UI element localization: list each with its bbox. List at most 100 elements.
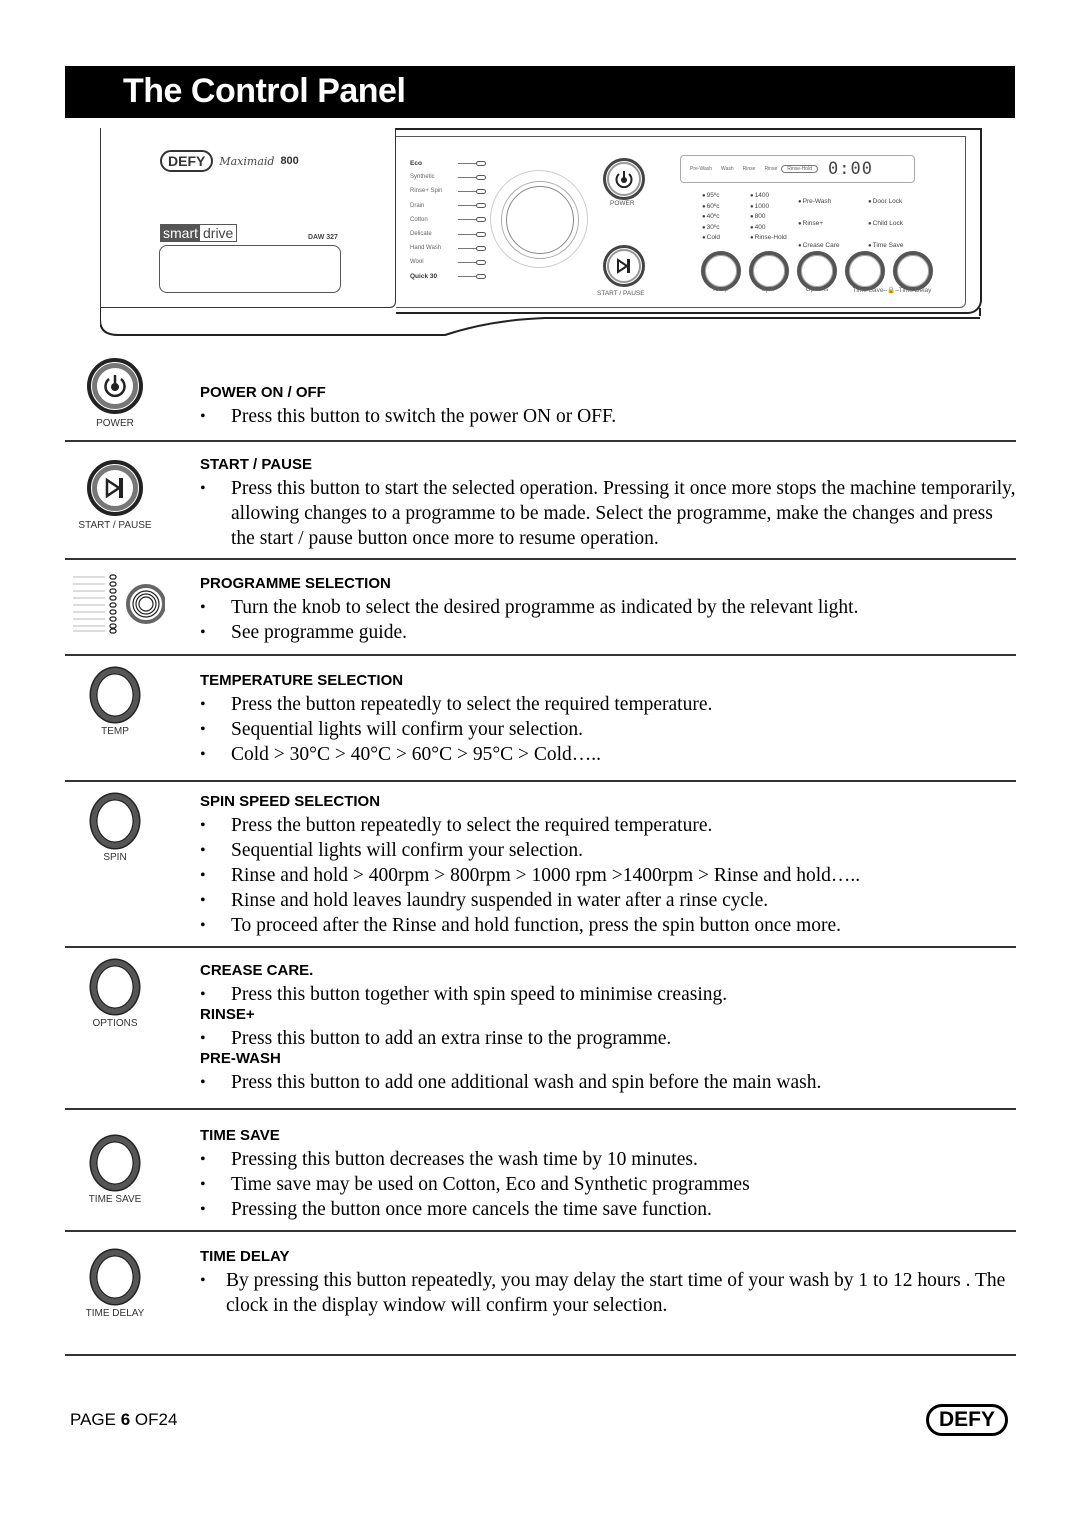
programme-led [476, 188, 486, 194]
indicator-light: Cold [702, 233, 720, 244]
start-pause-icon-group: START / PAUSE [65, 460, 165, 531]
status-indicators: Door Lock Child Lock Time Save [868, 191, 904, 257]
programme-led [476, 274, 486, 280]
brand-sub: Maximaid [219, 154, 275, 168]
button-label: Time Save–🔒–Time Delay [852, 287, 932, 294]
panel-start-pause-label: START / PAUSE [597, 290, 645, 297]
programme-label: Eco [410, 159, 422, 167]
section-content: SPIN SPEED SELECTION Press the button re… [200, 791, 1020, 938]
bullet-item: Pressing this button decreases the wash … [200, 1147, 1020, 1172]
programme-item: Rinse+ Spin [410, 184, 486, 198]
section-time-delay: TIME DELAY TIME DELAY By pressing this b… [65, 1232, 1016, 1356]
programme-item: Hand Wash [410, 241, 486, 255]
time-delay-button-icon [91, 1250, 139, 1304]
play-pause-icon [617, 258, 630, 274]
rinse-hold-indicator: Rinse-Hold [781, 165, 818, 173]
bullet-item: Press this button together with spin spe… [200, 982, 1020, 1007]
phase-label: Wash [721, 166, 734, 172]
programme-knob[interactable] [490, 170, 588, 268]
section-heading: TEMPERATURE SELECTION [200, 672, 404, 689]
section-spin-speed: SPIN SPIN SPEED SELECTION Press the butt… [65, 782, 1016, 948]
options-button-icon [91, 960, 139, 1014]
spin-indicators: 1400 1000 800 400 Rinse-Hold [750, 191, 787, 244]
title-bar: The Control Panel [65, 66, 1015, 118]
section-options: OPTIONS CREASE CARE. Press this button t… [65, 948, 1016, 1110]
panel-time-save-button[interactable] [845, 251, 885, 291]
programme-label: Drain [410, 202, 425, 209]
section-heading: PROGRAMME SELECTION [200, 575, 391, 592]
control-panel-illustration: DEFY Maximaid 800 smart drive DAW 327 Ec… [100, 128, 982, 348]
power-icon [87, 358, 143, 414]
icon-caption: TEMP [101, 726, 129, 737]
programme-item: Delicate [410, 227, 486, 241]
panel-start-pause-button[interactable] [603, 245, 645, 287]
programme-item: Wool [410, 255, 486, 269]
time-save-icon-group: TIME SAVE [65, 1136, 165, 1205]
section-content: TIME SAVE Pressing this button decreases… [200, 1125, 1020, 1222]
programme-item: Synthetic [410, 170, 486, 184]
programme-led [476, 217, 486, 223]
indicator-light: 400 [750, 223, 787, 234]
programme-label: Rinse+ Spin [410, 188, 443, 195]
section-heading: TIME SAVE [200, 1127, 280, 1144]
page-number: PAGE 6 OF24 [70, 1410, 177, 1430]
function-buttons [701, 251, 933, 291]
icon-caption: OPTIONS [92, 1018, 138, 1029]
bullet-item: Press this button to switch the power ON… [200, 404, 1020, 429]
panel-time-delay-button[interactable] [893, 251, 933, 291]
spin-icon-group: SPIN [65, 794, 165, 863]
programme-knob-icon [73, 574, 166, 634]
bullet-item: Cold > 30°C > 40°C > 60°C > 95°C > Cold…… [200, 742, 1020, 767]
panel-temp-button[interactable] [701, 251, 741, 291]
section-heading: SPIN SPEED SELECTION [200, 793, 381, 810]
section-start-pause: START / PAUSE START / PAUSE Press this b… [65, 442, 1016, 560]
page-title: The Control Panel [123, 72, 406, 110]
section-heading: TIME DELAY [200, 1248, 290, 1265]
bullet-item: Turn the knob to select the desired prog… [200, 595, 1020, 620]
section-content: PROGRAMME SELECTION Turn the knob to sel… [200, 573, 1020, 645]
power-icon [615, 171, 633, 189]
programme-label: Wool [410, 259, 424, 266]
phase-label: Pre-Wash [690, 166, 713, 172]
section-power: POWER POWER ON / OFF Press this button t… [65, 350, 1016, 442]
detergent-drawer-handle[interactable] [159, 245, 341, 293]
panel-options-button[interactable] [797, 251, 837, 291]
icon-caption: TIME SAVE [88, 1194, 142, 1205]
section-time-save: TIME SAVE TIME SAVE Pressing this button… [65, 1110, 1016, 1232]
panel-spin-button[interactable] [749, 251, 789, 291]
bullet-item: Rinse and hold > 400rpm > 800rpm > 1000 … [200, 863, 1020, 888]
bullet-item: Press this button to start the selected … [200, 476, 1020, 551]
bullet-item: By pressing this button repeatedly, you … [200, 1268, 1020, 1318]
temp-indicators: 95ºc 60ºc 40ºc 30ºc Cold [702, 191, 720, 244]
page-prefix: PAGE [70, 1410, 121, 1429]
options-icon-group: OPTIONS [65, 960, 165, 1029]
indicator-light: 1400 [750, 191, 787, 202]
panel-power-button[interactable] [603, 158, 645, 200]
programme-led [476, 245, 486, 251]
clock-readout: 0:00 [827, 159, 873, 179]
panel-base-outline [100, 308, 981, 336]
function-button-labels: Temp Spin Options Time Save–🔒–Time Delay [696, 286, 942, 294]
bullet-item: Press this button to add an extra rinse … [200, 1026, 1020, 1051]
programme-label: Cotton [410, 216, 428, 223]
button-label: Options [805, 286, 829, 293]
model-code: DAW 327 [308, 234, 338, 241]
bullet-item: Press the button repeatedly to select th… [200, 692, 1020, 717]
programme-item: Quick 30 [410, 270, 486, 284]
icon-caption: POWER [96, 418, 134, 429]
indicator-light: Rinse-Hold [750, 233, 787, 244]
panel-power-label: POWER [610, 200, 635, 207]
button-label: Temp [712, 286, 728, 293]
programme-item: Eco [410, 156, 486, 170]
programme-item: Drain [410, 199, 486, 213]
programme-led [476, 160, 486, 166]
phase-label: Rinse [742, 166, 756, 172]
bullet-item: Rinse and hold leaves laundry suspended … [200, 888, 1020, 913]
indicator-light: 95ºc [702, 191, 720, 202]
page-total: OF24 [130, 1410, 178, 1429]
smartdrive-logo-part1: smart [161, 225, 200, 241]
programme-led [476, 231, 486, 237]
indicator-light: Child Lock [868, 213, 903, 235]
smartdrive-logo-part2: drive [203, 225, 234, 241]
indicator-light: 60ºc [702, 202, 720, 213]
